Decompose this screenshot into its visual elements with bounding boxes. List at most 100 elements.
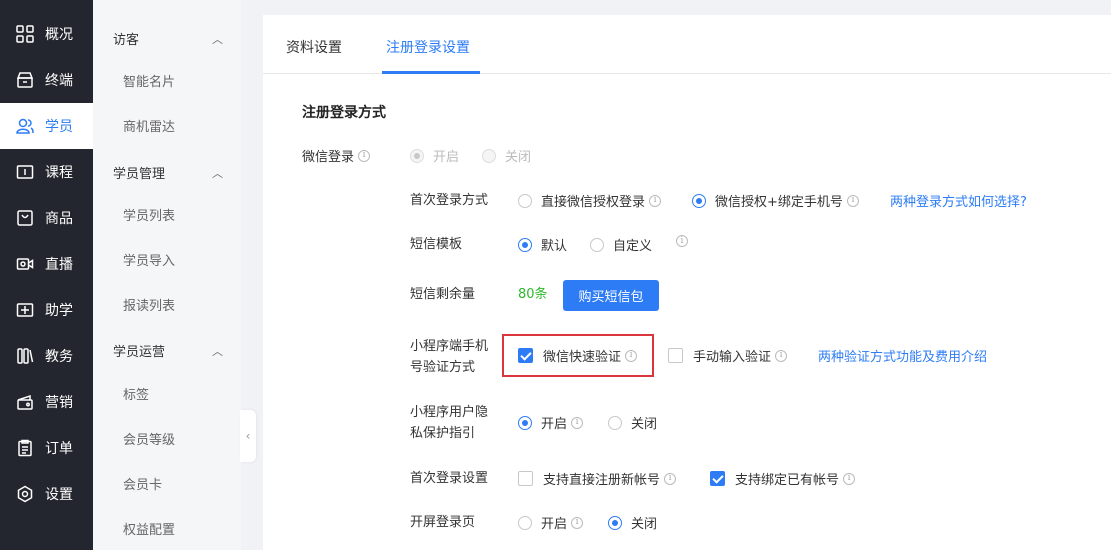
nav-label: 学员 (45, 119, 73, 135)
subnav-item-student-import[interactable]: 学员导入 (123, 250, 175, 269)
option-label: 开启 (433, 150, 460, 165)
subnav-item-member-level[interactable]: 会员等级 (123, 429, 175, 448)
option-label: 开启 (541, 417, 568, 432)
first-login-settings-label: 首次登录设置 (410, 471, 489, 486)
subnav-group-student-mgmt[interactable]: 学员管理 ︿ (113, 163, 223, 183)
splash-login-off-radio[interactable]: 关闭 (608, 513, 657, 532)
info-icon[interactable]: i (571, 416, 584, 429)
nav-item-students[interactable]: 学员 (0, 103, 93, 149)
verify-methods-fee-link[interactable]: 两种验证方式功能及费用介绍 (818, 346, 987, 365)
chevron-up-icon: ︿ (212, 32, 223, 46)
nav-item-goods[interactable]: 商品 (0, 195, 93, 241)
nav-item-course[interactable]: 课程 (0, 149, 93, 195)
nav-item-terminal[interactable]: 终端 (0, 57, 93, 103)
checkbox[interactable] (668, 348, 683, 363)
allow-register-new-checkbox[interactable]: 支持直接注册新帐号 i (518, 469, 677, 488)
subnav-group-visitor[interactable]: 访客 ︿ (113, 29, 223, 49)
radio-button[interactable] (518, 237, 532, 252)
splash-login-on-radio[interactable]: 开启 i (518, 513, 584, 532)
option-label: 自定义 (613, 239, 653, 254)
assist-icon (16, 301, 34, 319)
allow-bind-existing-checkbox[interactable]: 支持绑定已有帐号 i (710, 469, 856, 488)
wechat-auth-bind-phone-radio[interactable]: 微信授权+绑定手机号 i (692, 191, 859, 210)
students-icon (16, 117, 34, 135)
checkbox[interactable] (710, 471, 725, 486)
chevron-left-icon: ‹ (245, 429, 251, 443)
radio-button[interactable] (608, 515, 622, 530)
info-icon[interactable]: i (571, 516, 584, 529)
collapse-sidebar-button[interactable]: ‹ (240, 410, 256, 462)
radio-button[interactable] (518, 515, 532, 530)
info-icon[interactable]: i (358, 149, 371, 162)
info-icon[interactable]: i (649, 194, 662, 207)
direct-wechat-auth-radio[interactable]: 直接微信授权登录 i (518, 191, 662, 210)
option-label: 直接微信授权登录 (541, 195, 646, 210)
privacy-guide-label-1: 小程序用户隐 (410, 405, 489, 420)
subnav-item-member-card[interactable]: 会员卡 (123, 474, 162, 493)
nav-label: 概况 (45, 27, 73, 43)
info-icon[interactable]: i (676, 235, 688, 247)
subnav-group-student-ops[interactable]: 学员运营 ︿ (113, 341, 223, 361)
radio-button[interactable] (518, 415, 532, 430)
nav-item-academic[interactable]: 教务 (0, 333, 93, 379)
checkbox[interactable] (518, 348, 533, 363)
info-icon[interactable]: i (846, 194, 859, 207)
subnav-item-tags[interactable]: 标签 (123, 384, 149, 403)
group-title: 访客 (113, 33, 140, 48)
tab-register-login-settings[interactable]: 注册登录设置 (386, 37, 470, 57)
nav-item-marketing[interactable]: 营销 (0, 379, 93, 425)
wechat-quick-verify-checkbox[interactable]: 微信快速验证 i (518, 346, 638, 365)
info-icon[interactable]: i (625, 349, 638, 362)
nav-label: 订单 (45, 441, 73, 457)
checkbox[interactable] (518, 471, 533, 486)
subnav-item-benefits[interactable]: 权益配置 (123, 519, 175, 538)
info-icon[interactable]: i (843, 472, 856, 485)
info-icon[interactable]: i (664, 472, 677, 485)
tab-bar: 资料设置 注册登录设置 (263, 15, 1111, 74)
sms-template-label: 短信模板 (410, 237, 463, 252)
wechat-login-on-radio: 开启 (410, 146, 459, 165)
radio-button[interactable] (608, 415, 622, 430)
marketing-icon (16, 393, 34, 411)
main-sidebar: 概况 终端 学员 课程 商品 直播 助学 教务 营销 订单 设置 (0, 0, 93, 550)
option-label: 开启 (541, 517, 568, 532)
option-label: 关闭 (505, 150, 532, 165)
sms-balance-label: 短信剩余量 (410, 287, 476, 302)
nav-label: 营销 (45, 395, 73, 411)
nav-label: 终端 (45, 73, 73, 89)
nav-item-live[interactable]: 直播 (0, 241, 93, 287)
wechat-login-off-radio: 关闭 (482, 146, 531, 165)
terminal-icon (16, 71, 34, 89)
academic-icon (16, 347, 34, 365)
radio-button[interactable] (692, 193, 706, 208)
nav-label: 直播 (45, 257, 73, 273)
manual-input-verify-checkbox[interactable]: 手动输入验证 i (668, 346, 788, 365)
login-method-help-link[interactable]: 两种登录方式如何选择? (890, 191, 1027, 210)
group-title: 学员管理 (113, 167, 166, 182)
wechat-login-label: 微信登录 i (302, 146, 371, 165)
tab-profile-settings[interactable]: 资料设置 (286, 37, 342, 57)
chevron-up-icon: ︿ (212, 166, 223, 180)
buy-sms-package-button[interactable]: 购买短信包 (563, 280, 659, 311)
option-label: 关闭 (631, 417, 658, 432)
sms-template-custom-radio[interactable]: 自定义 (590, 235, 652, 254)
privacy-guide-on-radio[interactable]: 开启 i (518, 413, 584, 432)
mini-phone-verify-label-2: 号验证方式 (410, 360, 476, 375)
goods-icon (16, 209, 34, 227)
nav-item-order[interactable]: 订单 (0, 425, 93, 471)
sms-template-default-radio[interactable]: 默认 (518, 235, 567, 254)
option-label: 微信授权+绑定手机号 (715, 195, 843, 210)
subnav-item-student-list[interactable]: 学员列表 (123, 205, 175, 224)
subnav-item-enroll-list[interactable]: 报读列表 (123, 295, 175, 314)
radio-button[interactable] (518, 193, 532, 208)
privacy-guide-off-radio[interactable]: 关闭 (608, 413, 657, 432)
subnav-item-lead-radar[interactable]: 商机雷达 (123, 116, 175, 135)
info-icon[interactable]: i (775, 349, 788, 362)
radio-button[interactable] (590, 237, 604, 252)
nav-item-overview[interactable]: 概况 (0, 11, 93, 57)
field-label: 微信登录 (302, 150, 355, 165)
main-panel: 资料设置 注册登录设置 注册登录方式 微信登录 i 开启 关闭 首次登录方式 直接… (263, 15, 1111, 550)
nav-item-settings[interactable]: 设置 (0, 471, 93, 517)
nav-item-assist[interactable]: 助学 (0, 287, 93, 333)
subnav-item-smart-card[interactable]: 智能名片 (123, 71, 175, 90)
